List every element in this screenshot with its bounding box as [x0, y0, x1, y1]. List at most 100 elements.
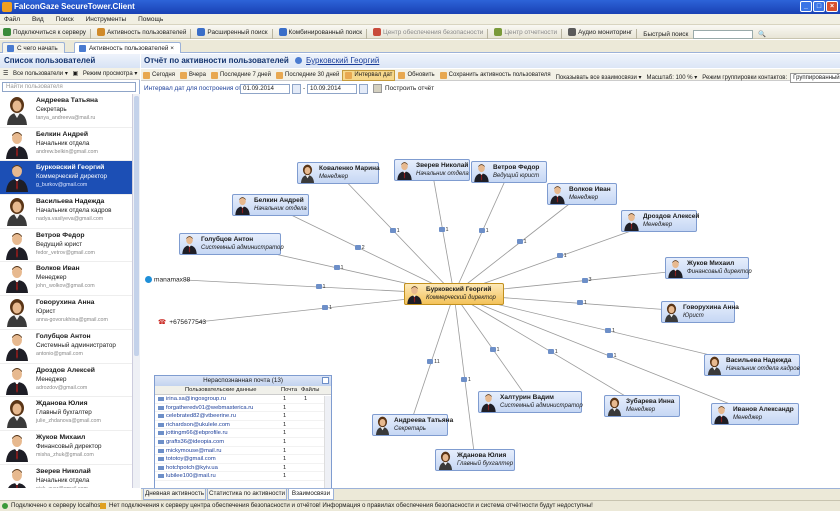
- headphones-icon: [568, 28, 577, 36]
- menu-view[interactable]: Вид: [32, 14, 44, 25]
- user-list-item[interactable]: Дроздов Алексей Менеджер adrozdov@gmail.co…: [0, 364, 132, 398]
- close-button[interactable]: ×: [826, 1, 838, 12]
- user-list-item[interactable]: Зверев НиколайНачальник отдела nick_zver@…: [0, 465, 132, 488]
- external-contact-phone[interactable]: ☎ +675677543: [158, 318, 206, 326]
- report-tool-3[interactable]: Последние 30 дней: [274, 69, 341, 81]
- graph-node[interactable]: Зубарева Инна Менеджер: [604, 395, 680, 417]
- graph-node[interactable]: Коваленко Марина Менеджер: [297, 162, 380, 184]
- menu-search[interactable]: Поиск: [56, 14, 74, 25]
- user-list-scrollbar[interactable]: [132, 94, 140, 488]
- report-user-link[interactable]: Бурковский Георгий: [306, 56, 379, 65]
- edge-message-count: 1: [333, 265, 344, 271]
- col-mail[interactable]: Почта: [281, 387, 297, 393]
- quick-search-icon[interactable]: 🔍: [755, 27, 769, 41]
- graph-node[interactable]: Васильева Надежда Начальник отдела кадров: [704, 354, 800, 376]
- report-tool-5[interactable]: Обновить: [396, 69, 436, 81]
- tab-daily-activity[interactable]: Дневная активность: [143, 489, 206, 500]
- node-position: Менеджер: [319, 174, 349, 180]
- node-position: Менеджер: [626, 407, 656, 413]
- report-tool-6[interactable]: Сохранить активность пользователя: [438, 69, 553, 81]
- unrecognized-mail-row[interactable]: richardson@ukulele.com 1: [155, 421, 331, 430]
- graph-node[interactable]: Белкин Андрей Начальник отдела: [232, 194, 309, 216]
- unrecognized-mail-row[interactable]: grafts36@ideopia.com 1: [155, 438, 331, 447]
- external-contact-skype[interactable]: manamax88: [145, 276, 190, 283]
- advanced-search-button[interactable]: Расширенный поиск: [194, 25, 270, 39]
- filter-dropdown[interactable]: ☰ Все пользователи ▾: [3, 68, 68, 80]
- unrecognized-mail-row[interactable]: tototoy@gmail.com 1: [155, 455, 331, 464]
- mail-address: irina.sa@ingosgroup.ru: [166, 396, 227, 402]
- grouping-dropdown[interactable]: Группированный ▾: [790, 72, 840, 83]
- tab-relationships[interactable]: Взаимосвязи: [288, 489, 334, 500]
- menu-help[interactable]: Помощь: [138, 14, 163, 25]
- graph-node[interactable]: Зверев Николай Начальник отдела: [394, 159, 470, 181]
- view-mode-dropdown[interactable]: ▣ Режим просмотра ▾: [73, 68, 138, 80]
- user-list-item[interactable]: Волков Иван Менеджер john_wolkov@gmail.com: [0, 262, 132, 297]
- unrecognized-mail-row[interactable]: mickymouse@mail.ru 1: [155, 447, 331, 456]
- user-email: fedor_vetrov@gmail.com: [36, 249, 95, 256]
- tab-activity-stats[interactable]: Статистика по активности: [207, 489, 287, 500]
- minimize-button[interactable]: _: [800, 1, 812, 12]
- graph-node[interactable]: Халтурин Вадим Системный администратор: [478, 391, 583, 413]
- date-from-input[interactable]: 01.09.2014: [240, 84, 290, 94]
- avatar: [375, 416, 390, 435]
- graph-center-node[interactable]: Бурковский Георгий Коммерческий директор: [404, 283, 504, 305]
- user-activity-button[interactable]: Активность пользователей: [94, 25, 189, 39]
- graph-node[interactable]: Волков Иван Менеджер: [547, 183, 617, 205]
- tab-user-activity[interactable]: Активность пользователей ×: [74, 42, 181, 53]
- user-list-item[interactable]: Жданова Юлия Главный бухгалтер julie_zhdan…: [0, 397, 132, 431]
- user-list-item[interactable]: Андреева Татьяна Секретарь tanya_andreeva@…: [0, 94, 132, 128]
- avatar: [6, 433, 28, 462]
- user-list-item[interactable]: Ветров Федор Ведущий юрист fedor_vetrov@gm…: [0, 229, 132, 263]
- col-files[interactable]: Файлы: [301, 387, 319, 393]
- calendar-to-icon[interactable]: [359, 84, 368, 94]
- report-tool-4[interactable]: Интервал дат: [342, 69, 396, 81]
- menu-file[interactable]: Файл: [4, 14, 20, 25]
- maximize-button[interactable]: □: [813, 1, 825, 12]
- graph-node[interactable]: Жуков Михаил Финансовый директор: [665, 257, 752, 279]
- report-center-button[interactable]: Центр отчетности: [491, 25, 560, 39]
- unrecognized-mail-row[interactable]: irina.sa@ingosgroup.ru 1 1: [155, 395, 331, 404]
- mail-icon: [547, 349, 554, 355]
- graph-node[interactable]: Ветров Федор Ведущий юрист: [471, 161, 547, 183]
- unrecognized-mail-row[interactable]: celebrated82@vtbeerine.ru 1: [155, 412, 331, 421]
- build-report-button[interactable]: Построить отчёт: [385, 85, 434, 92]
- user-list-item[interactable]: Жуков Михаил Финансовый директор misha_zhu…: [0, 431, 132, 465]
- menu-tools[interactable]: Инструменты: [86, 14, 127, 25]
- graph-node[interactable]: Жданова Юлия Главный бухгалтер: [435, 449, 515, 471]
- user-list-item[interactable]: Голубцов Антон Системный администратор ant…: [0, 330, 132, 364]
- unrecognized-mail-row[interactable]: forgatheredv01@webmasterica.ru 1: [155, 404, 331, 413]
- unrecognized-mail-columns: Пользовательские данные Почта Файлы: [155, 386, 331, 395]
- user-list-item[interactable]: Белкин Андрей Начальник отдела andrew.belk…: [0, 128, 132, 162]
- user-list-item[interactable]: Говорухина Анна Юрист anna-govorukhina@gma…: [0, 296, 132, 330]
- unrecognized-mail-row[interactable]: lubilee100@mail.ru 1: [155, 472, 331, 481]
- mail-count: 1: [283, 456, 287, 463]
- graph-node[interactable]: Дроздов Алексей Менеджер: [621, 210, 699, 232]
- unrecognized-mail-row[interactable]: jottingm66@ebprofile.ru 1: [155, 429, 331, 438]
- title-bar: FalconGaze SecureTower.Client _ □ ×: [0, 0, 840, 14]
- graph-node[interactable]: Говорухина Анна Юрист: [661, 301, 739, 323]
- report-tool-2[interactable]: Последние 7 дней: [209, 69, 273, 81]
- expand-icon[interactable]: [322, 377, 329, 384]
- graph-node[interactable]: Голубцов Антон Системный администратор: [179, 233, 284, 255]
- tab-close-icon[interactable]: ×: [170, 45, 174, 52]
- scroll-thumb[interactable]: [134, 96, 139, 356]
- graph-node[interactable]: Иванов Александр Менеджер: [711, 403, 799, 425]
- unrecognized-mail-row[interactable]: hotchpotch@kyiv.ua 1: [155, 464, 331, 473]
- tab-start[interactable]: С чего начать: [2, 42, 65, 53]
- date-to-input[interactable]: 10.09.2014: [307, 84, 357, 94]
- security-center-button[interactable]: Центр обеспечения безопасности: [370, 25, 486, 39]
- report-tool-1[interactable]: Вчера: [178, 69, 208, 81]
- calendar-from-icon[interactable]: [292, 84, 301, 94]
- graph-node[interactable]: Андреева Татьяна Секретарь: [372, 414, 453, 436]
- report-tool-0[interactable]: Сегодня: [141, 69, 177, 81]
- user-list-item[interactable]: Бурковский Георгий Коммерческий директор g…: [0, 161, 132, 196]
- col-user-data[interactable]: Пользовательские данные: [185, 387, 257, 393]
- audio-monitoring-button[interactable]: Аудио мониторинг: [565, 25, 635, 39]
- quick-search-input[interactable]: [693, 29, 754, 39]
- combined-search-button[interactable]: Комбинированный поиск: [276, 25, 366, 39]
- unrecognized-mail-scrollbar[interactable]: [324, 396, 331, 498]
- node-name: Волков Иван: [569, 186, 611, 193]
- user-search-input[interactable]: Найти пользователя: [2, 82, 136, 92]
- user-list-item[interactable]: Васильева Надежда Начальник отдела кадров…: [0, 195, 132, 229]
- connect-button[interactable]: Подключиться к серверу: [0, 25, 89, 39]
